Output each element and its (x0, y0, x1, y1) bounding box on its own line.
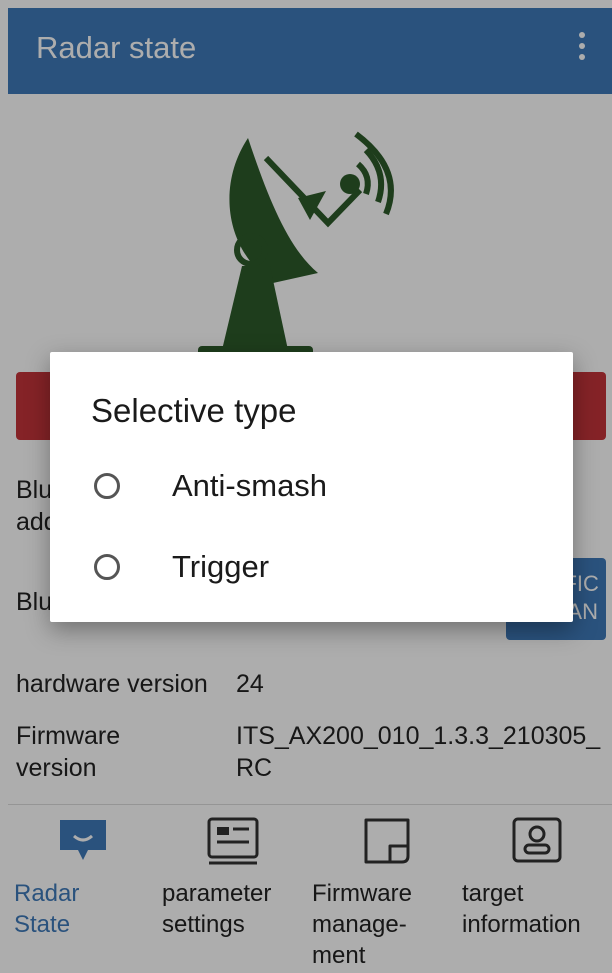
selective-type-dialog: Selective type Anti-smash Trigger (50, 352, 573, 622)
radio-button[interactable] (94, 473, 120, 499)
option-label: Anti-smash (172, 468, 328, 503)
radio-button[interactable] (94, 554, 120, 580)
option-label: Trigger (172, 549, 270, 584)
option-anti-smash[interactable]: Anti-smash (50, 450, 573, 530)
option-trigger[interactable]: Trigger (50, 531, 573, 611)
dialog-title: Selective type (91, 392, 297, 429)
